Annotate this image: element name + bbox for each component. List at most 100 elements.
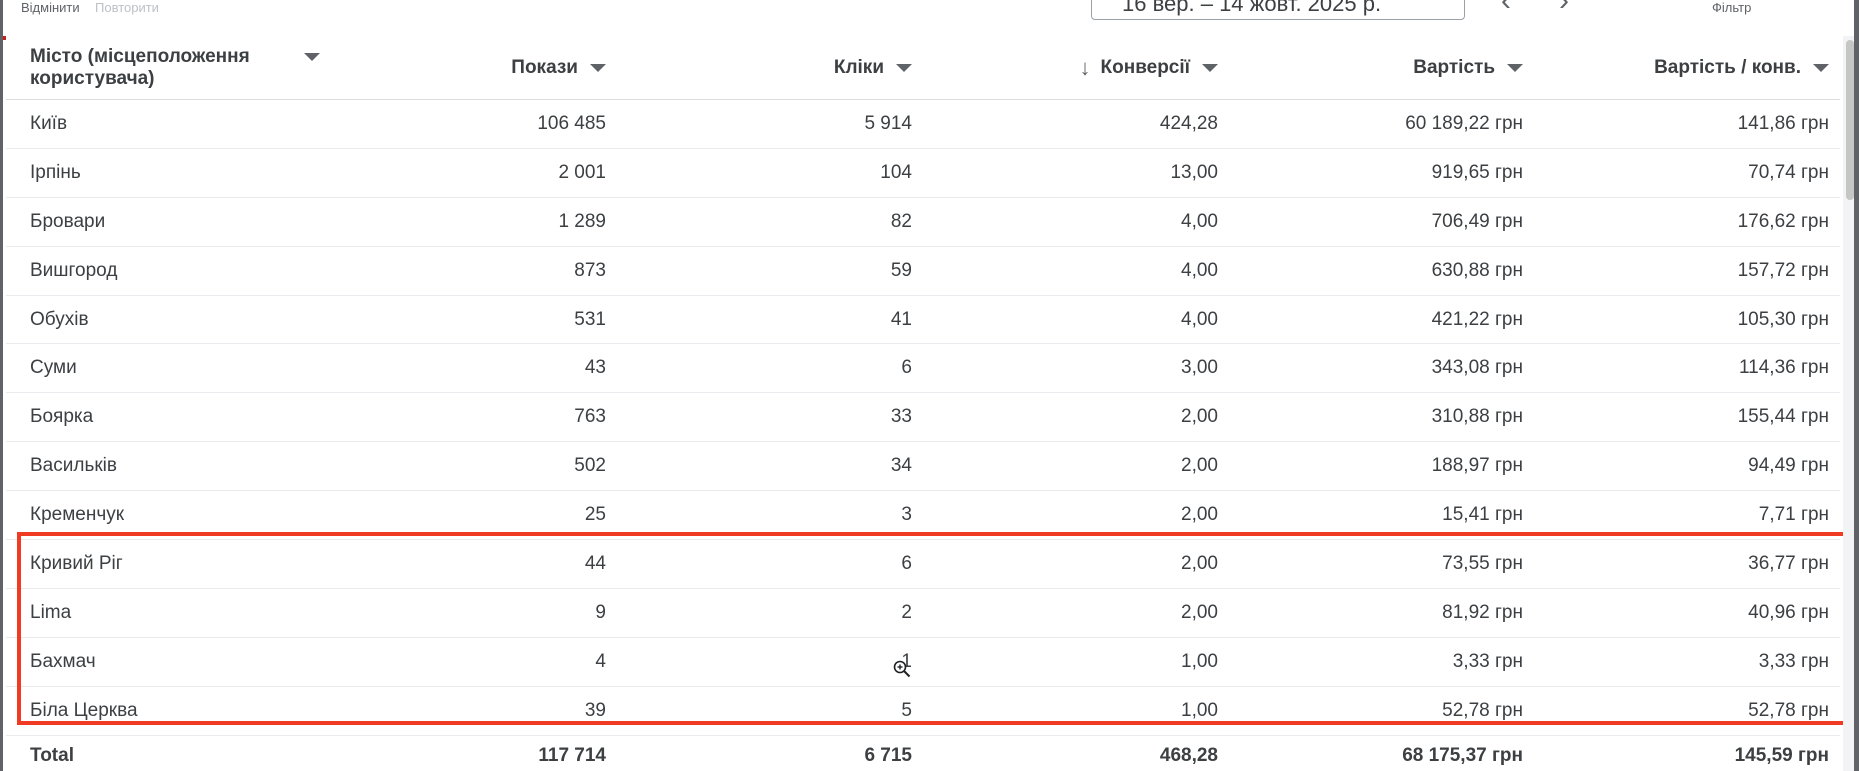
column-header-conversions[interactable]: ↓ Конверсії: [1080, 36, 1218, 99]
cost-per-conversion-cell: 141,86 грн: [1737, 112, 1829, 134]
impressions-cell: 873: [574, 259, 606, 281]
chevron-left-icon[interactable]: ‹: [1501, 0, 1511, 18]
cost-per-conversion-cell: 7,71 грн: [1758, 504, 1829, 526]
conversions-cell: 4,00: [1181, 259, 1218, 281]
cost-per-conversion-cell: 36,77 грн: [1748, 552, 1829, 574]
caret-down-icon[interactable]: [590, 63, 606, 72]
clicks-cell: 6: [901, 357, 912, 379]
clicks-cell: 5: [901, 699, 912, 721]
clicks-cell: 104: [880, 161, 912, 183]
clicks-cell: 34: [890, 455, 912, 477]
city-report-table: Місто (місцеположення користувача) Показ…: [6, 36, 1840, 771]
table-row[interactable]: Біла Церква 39 5 1,00 52,78 грн 52,78 гр…: [6, 687, 1840, 736]
cost-cell: 73,55 грн: [1442, 552, 1523, 574]
table-row[interactable]: Кременчук 25 3 2,00 15,41 грн 7,71 грн: [6, 491, 1840, 541]
cost-per-conversion-cell: 52,78 грн: [1748, 699, 1829, 721]
conversions-cell: 2,00: [1181, 455, 1218, 477]
table-row[interactable]: Кривий Ріг 44 6 2,00 73,55 грн 36,77 грн: [6, 540, 1840, 589]
clicks-cell: 2: [901, 601, 912, 623]
clicks-cell: 59: [890, 259, 912, 281]
clicks-cell: 41: [890, 308, 912, 330]
column-header-cost[interactable]: Вартість: [1413, 36, 1523, 99]
caret-down-icon[interactable]: [304, 52, 320, 61]
column-header-city[interactable]: Місто (місцеположення користувача): [30, 36, 320, 99]
cost-cell: 919,65 грн: [1431, 161, 1523, 183]
cost-cell: 52,78 грн: [1442, 699, 1523, 721]
city-cell: Обухів: [30, 308, 89, 330]
chevron-right-icon[interactable]: ›: [1559, 0, 1569, 18]
total-impressions: 117 714: [538, 744, 606, 766]
table-row[interactable]: Боярка 763 33 2,00 310,88 грн 155,44 грн: [6, 393, 1840, 443]
cost-per-conversion-cell: 114,36 грн: [1739, 357, 1829, 379]
table-row[interactable]: Васильків 502 34 2,00 188,97 грн 94,49 г…: [6, 442, 1840, 492]
total-label: Total: [30, 744, 74, 766]
cost-per-conversion-cell: 94,49 грн: [1748, 455, 1829, 477]
clicks-cell: 33: [890, 406, 912, 428]
table-row[interactable]: Обухів 531 41 4,00 421,22 грн 105,30 грн: [6, 296, 1840, 345]
scrollbar-thumb[interactable]: [1846, 40, 1854, 200]
sort-descending-icon: ↓: [1079, 54, 1091, 80]
impressions-cell: 106 485: [537, 112, 606, 134]
cost-per-conversion-cell: 176,62 грн: [1737, 210, 1829, 232]
table-row[interactable]: Суми 43 6 3,00 343,08 грн 114,36 грн: [6, 344, 1840, 394]
table-row[interactable]: Lima 9 2 2,00 81,92 грн 40,96 грн: [6, 589, 1840, 638]
conversions-cell: 4,00: [1181, 308, 1218, 330]
city-cell: Бровари: [30, 210, 106, 232]
column-header-cost-per-conversion[interactable]: Вартість / конв.: [1654, 36, 1829, 99]
table-row[interactable]: Бахмач 4 1 1,00 3,33 грн 3,33 грн: [6, 638, 1840, 687]
conversions-cell: 2,00: [1181, 504, 1218, 526]
caret-down-icon[interactable]: [1813, 63, 1829, 72]
cost-per-conversion-cell: 3,33 грн: [1758, 650, 1829, 672]
cost-cell: 3,33 грн: [1452, 650, 1523, 672]
column-header-clicks-label: Кліки: [833, 56, 884, 78]
date-range-picker[interactable]: 16 вер. – 14 жовт. 2025 р.: [1091, 0, 1465, 20]
table-body: Київ 106 485 5 914 424,28 60 189,22 грн …: [6, 100, 1840, 736]
conversions-cell: 2,00: [1181, 406, 1218, 428]
caret-down-icon[interactable]: [1507, 63, 1523, 72]
clicks-cell: 3: [901, 504, 912, 526]
column-header-cost-label: Вартість: [1413, 56, 1495, 78]
impressions-cell: 763: [574, 406, 606, 428]
city-cell: Кременчук: [30, 504, 125, 526]
report-panel: Відмінити Повторити 16 вер. – 14 жовт. 2…: [3, 0, 1854, 771]
impressions-cell: 44: [584, 552, 606, 574]
table-row[interactable]: Вишгород 873 59 4,00 630,88 грн 157,72 г…: [6, 247, 1840, 296]
city-cell: Бахмач: [30, 650, 96, 672]
filter-button[interactable]: Фільтр: [1712, 0, 1751, 15]
impressions-cell: 2 001: [558, 161, 606, 183]
column-header-impressions[interactable]: Покази: [511, 36, 606, 99]
conversions-cell: 1,00: [1181, 650, 1218, 672]
impressions-cell: 531: [574, 308, 606, 330]
table-row[interactable]: Ірпінь 2 001 104 13,00 919,65 грн 70,74 …: [6, 149, 1840, 198]
column-header-city-label: Місто (місцеположення користувача): [30, 45, 250, 89]
total-cost-per-conversion: 145,59 грн: [1734, 744, 1829, 766]
cost-cell: 81,92 грн: [1442, 601, 1523, 623]
toolbar: Відмінити Повторити 16 вер. – 14 жовт. 2…: [3, 0, 1854, 36]
cost-per-conversion-cell: 70,74 грн: [1748, 161, 1829, 183]
conversions-cell: 2,00: [1181, 601, 1218, 623]
cost-cell: 343,08 грн: [1431, 357, 1523, 379]
vertical-scrollbar[interactable]: [1843, 36, 1854, 771]
city-cell: Боярка: [30, 406, 94, 428]
city-cell: Васильків: [30, 455, 117, 477]
conversions-cell: 13,00: [1170, 161, 1218, 183]
cost-cell: 15,41 грн: [1442, 504, 1523, 526]
redo-button[interactable]: Повторити: [95, 0, 159, 15]
table-row[interactable]: Київ 106 485 5 914 424,28 60 189,22 грн …: [6, 100, 1840, 149]
cost-cell: 706,49 грн: [1431, 210, 1523, 232]
cost-per-conversion-cell: 157,72 грн: [1737, 259, 1829, 281]
caret-down-icon[interactable]: [1202, 63, 1218, 72]
column-header-clicks[interactable]: Кліки: [834, 36, 912, 99]
city-cell: Біла Церква: [30, 699, 138, 721]
impressions-cell: 9: [595, 601, 606, 623]
cost-per-conversion-cell: 40,96 грн: [1748, 601, 1829, 623]
cost-cell: 310,88 грн: [1431, 406, 1523, 428]
undo-button[interactable]: Відмінити: [21, 0, 80, 15]
cost-per-conversion-cell: 155,44 грн: [1737, 406, 1829, 428]
table-row[interactable]: Бровари 1 289 82 4,00 706,49 грн 176,62 …: [6, 198, 1840, 247]
impressions-cell: 39: [584, 699, 606, 721]
caret-down-icon[interactable]: [896, 63, 912, 72]
impressions-cell: 4: [595, 650, 606, 672]
impressions-cell: 25: [584, 504, 606, 526]
clicks-cell: 82: [890, 210, 912, 232]
